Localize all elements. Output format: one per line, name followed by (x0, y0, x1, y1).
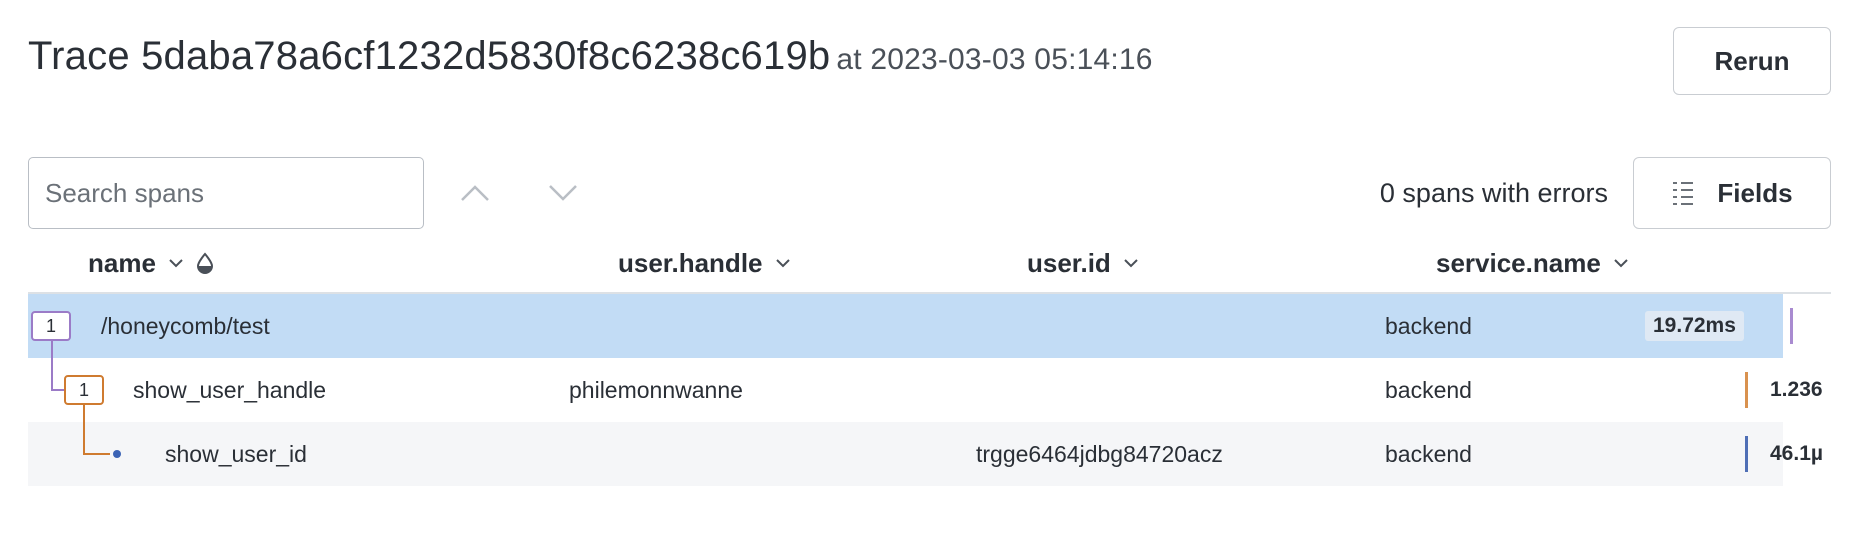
sort-chevron-icon (775, 259, 790, 268)
search-placeholder: Search spans (45, 177, 204, 208)
trace-title: Trace 5daba78a6cf1232d5830f8c6238c619b (28, 34, 831, 78)
span-duration: 46.1µ (1770, 442, 1823, 465)
search-input[interactable]: Search spans (28, 157, 424, 229)
duration-marker (1745, 436, 1748, 472)
column-header-name[interactable]: name (88, 243, 214, 283)
rerun-button[interactable]: Rerun (1673, 27, 1831, 95)
column-header-user-id[interactable]: user.id (1027, 243, 1139, 283)
page-title: Trace 5daba78a6cf1232d5830f8c6238c619b at… (28, 28, 1153, 88)
span-errors-count: 0 spans with errors (1379, 177, 1608, 208)
span-children-badge[interactable]: 1 (64, 375, 104, 405)
span-name: show_user_handle (133, 376, 327, 403)
leaf-span-dot (113, 450, 121, 458)
fields-list-icon (1673, 182, 1694, 205)
column-header-service-name[interactable]: service.name (1436, 243, 1629, 283)
droplet-icon[interactable] (196, 252, 214, 274)
service-name-cell: backend (1385, 440, 1472, 467)
duration-label: 19.72ms (1645, 311, 1744, 341)
span-children-badge[interactable]: 1 (31, 311, 71, 341)
table-row[interactable] (28, 294, 1783, 358)
duration-marker (1790, 308, 1793, 344)
service-name-cell: backend (1385, 312, 1472, 339)
previous-match-button[interactable] (437, 157, 513, 229)
span-duration: 1.236 (1770, 378, 1823, 401)
sort-chevron-icon (1614, 259, 1628, 268)
span-name: show_user_id (165, 440, 307, 467)
user-id-cell: trgge6464jdbg84720acz (976, 440, 1223, 467)
next-match-button[interactable] (525, 157, 601, 229)
column-header-user-handle[interactable]: user.handle (618, 243, 791, 283)
sort-chevron-icon (169, 259, 183, 268)
column-label: name (88, 247, 156, 278)
chevron-up-icon (461, 185, 489, 201)
span-duration: 19.72ms (1645, 294, 1744, 358)
chevron-down-icon (549, 185, 577, 201)
fields-button[interactable]: Fields (1633, 157, 1831, 229)
span-name: /honeycomb/test (101, 312, 270, 339)
column-label: user.handle (618, 247, 763, 278)
service-name-cell: backend (1385, 376, 1472, 403)
fields-label: Fields (1717, 177, 1793, 208)
column-label: service.name (1436, 247, 1601, 278)
sort-chevron-icon (1124, 259, 1138, 268)
user-handle-cell: philemonnwanne (569, 376, 743, 403)
duration-marker (1745, 372, 1748, 408)
column-label: user.id (1027, 247, 1111, 278)
trace-timestamp: at 2023-03-03 05:14:16 (836, 43, 1153, 76)
